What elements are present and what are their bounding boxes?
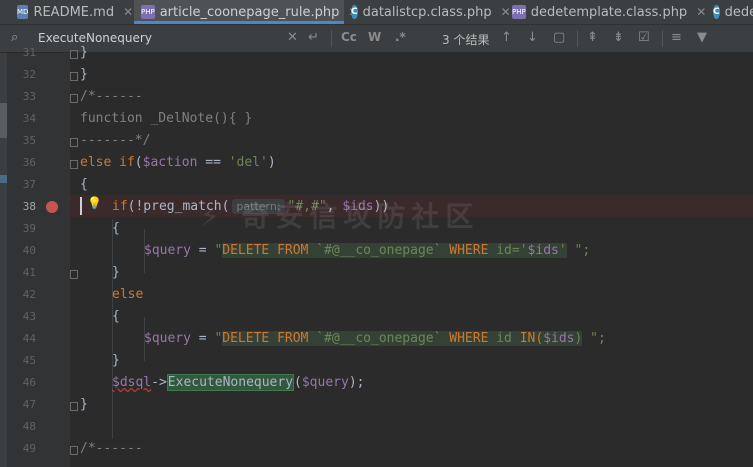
result-count: 3 个结果 xyxy=(442,33,490,47)
indent-guide xyxy=(112,219,113,439)
clear-search-icon[interactable]: ✕ xyxy=(287,30,298,45)
tab-dede-overflow[interactable]: C dede xyxy=(707,0,753,24)
divider xyxy=(662,30,663,47)
code-line-35: -------*/ xyxy=(80,133,151,148)
text-caret xyxy=(80,197,82,215)
line-number: 49 xyxy=(22,442,36,455)
code-line-37: { xyxy=(80,177,88,192)
code-line-46: $dsql->ExecuteNonequery($query); xyxy=(112,374,365,391)
line-number: 37 xyxy=(22,178,36,191)
php-file-icon: PHP xyxy=(512,5,526,19)
select-all-occurrences-icon[interactable]: ☑ xyxy=(638,30,650,45)
line-number: 46 xyxy=(22,376,36,389)
code-line-33: /*------ xyxy=(80,89,143,104)
line-number: 34 xyxy=(22,112,36,125)
tab-article-coonepage-rule[interactable]: PHP article_coonepage_rule.php ✕ xyxy=(134,0,358,24)
code-line-31: } xyxy=(80,45,88,60)
new-line-icon[interactable]: ↵ xyxy=(308,30,319,45)
line-number: 39 xyxy=(22,222,36,235)
line-number: 43 xyxy=(22,310,36,323)
close-icon[interactable]: ✕ xyxy=(123,5,133,19)
scroll-marker xyxy=(0,175,7,183)
search-match-highlight: ExecuteNonequery xyxy=(166,374,295,391)
code-line-39: { xyxy=(112,221,120,236)
code-line-45: } xyxy=(112,353,120,368)
line-number: 35 xyxy=(22,134,36,147)
remove-occurrence-icon[interactable]: ⇟ xyxy=(613,30,624,45)
code-line-47: } xyxy=(80,397,88,412)
add-occurrence-icon[interactable]: ⇞ xyxy=(587,30,598,45)
whole-words-toggle[interactable]: W xyxy=(368,30,381,44)
md-file-icon: MD xyxy=(17,5,29,19)
tab-label: article_coonepage_rule.php xyxy=(159,4,340,20)
previous-occurrence-icon[interactable]: ↑ xyxy=(501,30,512,45)
divider xyxy=(331,30,332,47)
line-number: 36 xyxy=(22,156,36,169)
close-icon[interactable]: ✕ xyxy=(696,5,706,19)
line-number: 47 xyxy=(22,398,36,411)
divider xyxy=(577,30,578,47)
tab-datalistcp[interactable]: C datalistcp.class.php ✕ xyxy=(345,0,511,24)
match-case-toggle[interactable]: Cc xyxy=(341,30,357,44)
filter-settings-icon[interactable]: ≡ xyxy=(671,30,682,45)
next-occurrence-icon[interactable]: ↓ xyxy=(527,30,538,45)
line-number: 40 xyxy=(22,244,36,257)
tab-dedetemplate[interactable]: PHP dedetemplate.class.php ✕ xyxy=(506,0,706,24)
regex-toggle[interactable]: .* xyxy=(395,30,406,44)
class-file-icon: C xyxy=(713,5,720,19)
line-number: 44 xyxy=(22,332,36,345)
search-icon[interactable]: ⌕ xyxy=(11,30,18,45)
line-number: 38 xyxy=(22,200,36,213)
search-input[interactable]: ExecuteNonequery xyxy=(38,31,152,45)
line-number: 32 xyxy=(22,68,36,81)
line-number: 31 xyxy=(22,46,36,59)
code-line-41: } xyxy=(112,265,120,280)
code-line-34: function _DelNote(){ } xyxy=(80,111,253,126)
filter-icon[interactable]: ▼ xyxy=(697,30,707,45)
class-file-icon: C xyxy=(351,5,358,19)
tab-label: datalistcp.class.php xyxy=(362,4,492,20)
code-line-42: else xyxy=(112,287,144,302)
editor-tab-bar: MD README.md ✕ PHP article_coonepage_rul… xyxy=(0,0,753,25)
code-line-49: /*------ xyxy=(80,441,143,456)
tab-label: dedetemplate.class.php xyxy=(530,4,688,20)
lightbulb-icon[interactable]: 💡 xyxy=(87,196,102,210)
line-number: 33 xyxy=(22,90,36,103)
open-in-window-icon[interactable]: ▢ xyxy=(553,30,565,45)
code-line-32: } xyxy=(80,67,88,82)
scroll-marker xyxy=(0,103,7,138)
line-number: 41 xyxy=(22,266,36,279)
php-file-icon: PHP xyxy=(141,5,155,19)
line-number: 45 xyxy=(22,354,36,367)
line-number: 48 xyxy=(22,420,36,433)
find-bar: ⌕ ExecuteNonequery ✕ ↵ Cc W .* 3 个结果 ↑ ↓… xyxy=(0,25,753,53)
code-line-36: else if($action == 'del') xyxy=(80,155,276,170)
left-tool-strip xyxy=(0,53,7,467)
code-line-44: $query = "DELETE FROM `#@__co_onepage` W… xyxy=(144,331,606,346)
watermark-logo: ⚡ 奇安信攻防社区 xyxy=(200,200,480,233)
code-line-43: { xyxy=(112,309,120,324)
line-number: 42 xyxy=(22,288,36,301)
tab-label: README.md xyxy=(33,4,115,20)
tab-label: dede xyxy=(724,4,753,20)
breakpoint-icon[interactable] xyxy=(46,201,58,213)
tab-readme[interactable]: MD README.md ✕ xyxy=(0,0,133,24)
